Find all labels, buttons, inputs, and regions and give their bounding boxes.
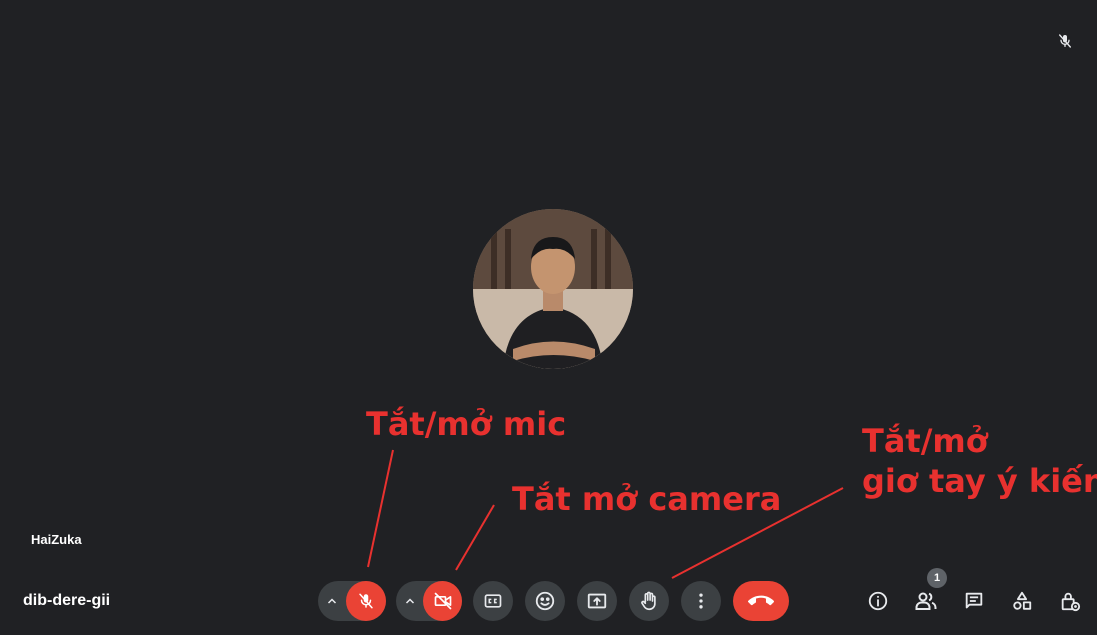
people-button[interactable] <box>912 587 940 615</box>
emoji-icon <box>535 591 555 611</box>
annotation-camera: Tắt mở camera <box>512 480 782 518</box>
host-controls-icon <box>1061 592 1081 612</box>
chevron-up-icon <box>327 598 337 604</box>
chat-icon <box>965 592 983 609</box>
captions-icon <box>484 594 502 608</box>
participant-avatar <box>473 209 633 369</box>
host-controls-button[interactable] <box>1056 587 1084 615</box>
call-end-icon <box>748 595 774 606</box>
raise-hand-button[interactable] <box>629 581 669 621</box>
annotation-raise-hand: Tắt/mở giơ tay ý kiến <box>862 421 1097 501</box>
more-options-button[interactable] <box>681 581 721 621</box>
more-vert-icon <box>699 593 703 609</box>
mic-off-icon <box>359 593 373 609</box>
annotation-raise-hand-line1: Tắt/mở <box>862 422 988 460</box>
people-count-badge: 1 <box>927 568 947 588</box>
raise-hand-icon <box>641 591 656 611</box>
camera-toggle-button[interactable] <box>423 581 462 621</box>
camera-off-icon <box>434 592 451 610</box>
present-screen-icon <box>587 593 607 609</box>
annotation-raise-hand-line2: giơ tay ý kiến <box>862 462 1097 500</box>
chevron-up-icon <box>405 598 414 604</box>
chat-button[interactable] <box>960 587 988 615</box>
mic-control-group <box>318 581 386 621</box>
activities-button[interactable] <box>1008 587 1036 615</box>
leave-call-button[interactable] <box>733 581 789 621</box>
participant-name: HaiZuka <box>31 532 82 547</box>
tile-mic-off-icon <box>1054 30 1076 52</box>
activities-icon <box>1013 591 1032 610</box>
present-screen-button[interactable] <box>577 581 617 621</box>
audio-options-button[interactable] <box>318 581 346 621</box>
camera-control-group <box>396 581 462 621</box>
reactions-button[interactable] <box>525 581 565 621</box>
mic-toggle-button[interactable] <box>346 581 386 621</box>
meeting-code: dib-dere-gii <box>23 592 111 609</box>
info-icon <box>868 591 888 611</box>
meeting-details-button[interactable] <box>864 587 892 615</box>
mic-arrow <box>367 449 394 568</box>
video-options-button[interactable] <box>396 581 423 621</box>
camera-arrow <box>455 504 495 571</box>
annotation-mic: Tắt/mở mic <box>366 405 567 443</box>
people-icon <box>915 592 937 610</box>
captions-button[interactable] <box>473 581 513 621</box>
